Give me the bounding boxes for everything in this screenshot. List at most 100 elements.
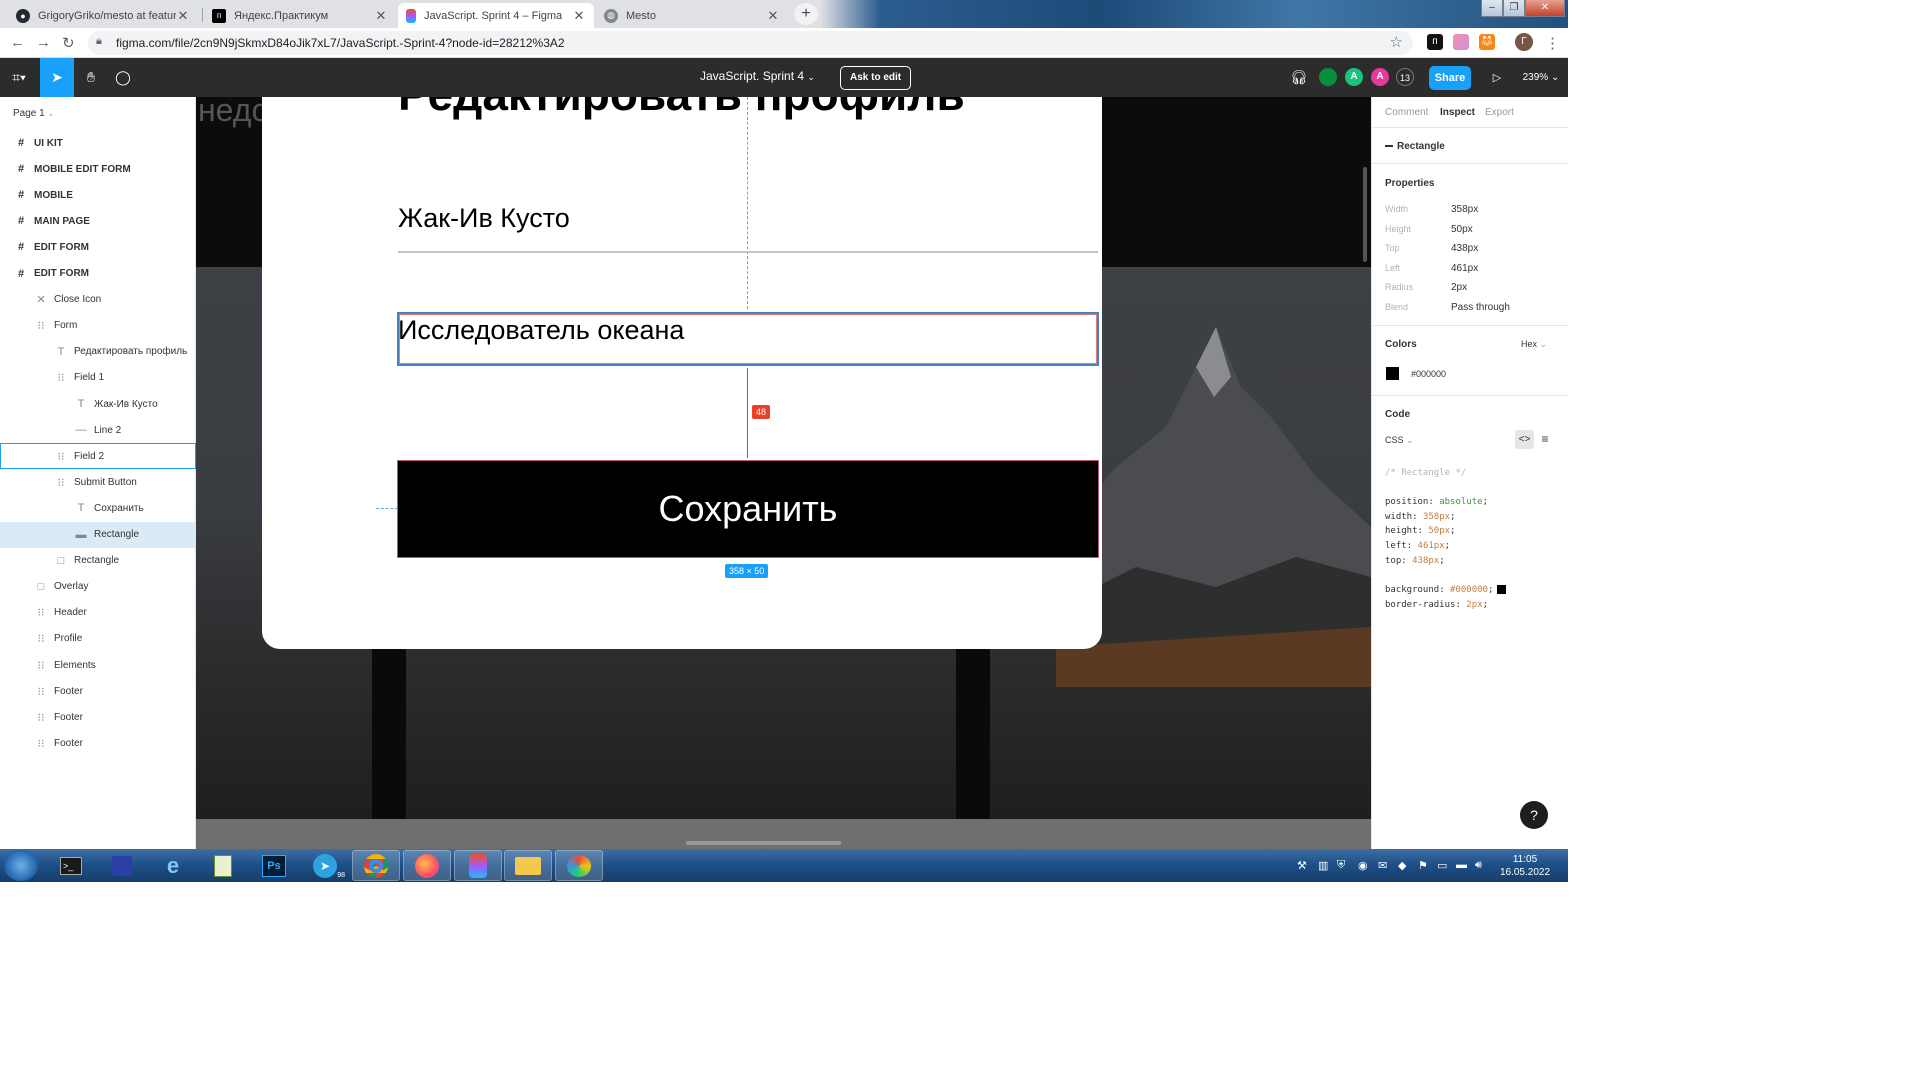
notepad-icon[interactable] (199, 850, 247, 881)
tray-network-icon[interactable]: ▥ (1318, 859, 1328, 872)
collaborator-count[interactable]: 13 (1396, 68, 1414, 86)
layer-row[interactable]: T Жак-Ив Кусто (0, 391, 196, 417)
share-button[interactable]: Share (1429, 66, 1471, 90)
code-line[interactable]: width: 358px; (1385, 512, 1455, 522)
firefox-icon[interactable] (403, 850, 451, 881)
tab-export[interactable]: Export (1485, 107, 1514, 118)
code-line[interactable]: height: 50px; (1385, 526, 1455, 536)
list-view-icon[interactable]: ≡ (1538, 430, 1552, 449)
maximize-button[interactable]: ❐ (1503, 0, 1525, 17)
property-value[interactable]: Pass through (1451, 302, 1510, 313)
document-title[interactable]: JavaScript. Sprint 4 ⌄ (700, 69, 815, 83)
layer-row[interactable]: ⁝⁝ Field 1 (0, 365, 196, 391)
close-tab-icon[interactable]: ✕ (176, 8, 190, 24)
layer-row[interactable]: ⁝⁝ Footer (0, 730, 196, 756)
tab-figma[interactable]: JavaScript. Sprint 4 – Figma ✕ (398, 3, 594, 28)
property-value[interactable]: 438px (1451, 243, 1478, 254)
comment-tool-icon[interactable]: ◯ (106, 58, 140, 97)
tray-shield-icon[interactable]: ⛨ (1337, 859, 1345, 872)
property-value[interactable]: 358px (1451, 204, 1478, 215)
tray-volume-icon[interactable]: 🔊︎ (1475, 859, 1482, 872)
layer-row[interactable]: # MAIN PAGE (0, 208, 196, 234)
headphones-icon[interactable]: 🎧︎ (1288, 58, 1310, 97)
layer-row[interactable]: ⁝⁝ Profile (0, 626, 196, 652)
layer-row[interactable]: T Редактировать профиль (0, 339, 196, 365)
code-line[interactable]: background: #000000; (1385, 585, 1507, 595)
layer-row[interactable]: □ Rectangle (0, 548, 196, 574)
tray-flag-icon[interactable]: ⚑ (1418, 859, 1428, 872)
layer-row[interactable]: — Line 2 (0, 417, 196, 443)
field-2-text[interactable]: Исследователь океана (398, 315, 684, 346)
tray-battery-icon[interactable]: ▬ (1456, 859, 1467, 871)
new-tab-button[interactable]: + (794, 3, 818, 25)
save-icon[interactable] (98, 850, 146, 881)
property-value[interactable]: 2px (1451, 282, 1467, 293)
tab-comment[interactable]: Comment (1385, 107, 1428, 118)
layer-row[interactable]: # MOBILE EDIT FORM (0, 156, 196, 182)
layer-row[interactable]: ⁝⁝ Field 2 (0, 443, 196, 470)
edit-form-modal[interactable]: Редактировать профиль Жак-Ив Кусто Иссле… (262, 97, 1102, 649)
ask-to-edit-button[interactable]: Ask to edit (840, 66, 912, 90)
layer-row[interactable]: ⁝⁝ Elements (0, 652, 196, 678)
back-icon[interactable]: ← (10, 34, 25, 51)
tab-inspect[interactable]: Inspect (1440, 107, 1475, 118)
figma-menu-icon[interactable]: ⌗▾ (0, 58, 38, 97)
layer-row[interactable]: ✕ Close Icon (0, 287, 196, 313)
tray-tools-icon[interactable]: ⚒︎ (1297, 859, 1307, 872)
browser-menu-icon[interactable]: ⋮ (1545, 34, 1560, 52)
layer-row[interactable]: ⁝⁝ Form (0, 313, 196, 339)
collaborator-avatar[interactable]: A (1371, 68, 1389, 86)
minimize-button[interactable]: – (1481, 0, 1503, 17)
form-title[interactable]: Редактировать профиль (398, 97, 965, 121)
url-field[interactable]: 🔒︎ figma.com/file/2cn9N9jSkmxD84oJik7xL7… (88, 31, 1413, 55)
close-tab-icon[interactable]: ✕ (374, 8, 388, 24)
present-play-icon[interactable]: ▷ (1487, 58, 1507, 97)
submit-button-rectangle[interactable]: Сохранить (397, 460, 1099, 558)
help-button[interactable]: ? (1520, 801, 1548, 829)
url-text[interactable]: figma.com/file/2cn9N9jSkmxD84oJik7xL7/Ja… (116, 36, 565, 50)
lock-icon[interactable]: 🔒︎ (96, 35, 102, 48)
close-window-button[interactable]: ✕ (1525, 0, 1565, 17)
tray-mail-icon[interactable]: ✉︎ (1378, 859, 1387, 872)
collaborator-avatar[interactable]: A (1345, 68, 1363, 86)
field-1-text[interactable]: Жак-Ив Кусто (398, 203, 570, 234)
tray-display-icon[interactable]: ▭ (1437, 859, 1447, 872)
ie-icon[interactable]: e (149, 850, 197, 881)
code-comment[interactable]: /* Rectangle */ (1385, 468, 1466, 478)
layer-row[interactable]: # UI KIT (0, 130, 196, 156)
layer-row[interactable]: ⁝⁝ Header (0, 600, 196, 626)
field-1-underline[interactable] (398, 251, 1098, 253)
bookmark-star-icon[interactable]: ☆ (1390, 33, 1403, 51)
tab-yandex-praktikum[interactable]: п Яндекс.Практикум ✕ (204, 3, 396, 28)
clock[interactable]: 11:05 16.05.2022 (1497, 853, 1553, 879)
property-value[interactable]: 50px (1451, 224, 1473, 235)
profile-avatar[interactable]: Г (1515, 33, 1533, 51)
vertical-scrollbar[interactable] (1363, 167, 1367, 262)
layer-row[interactable]: # EDIT FORM (0, 234, 196, 260)
page-selector[interactable]: Page 1 ⌄ (13, 108, 54, 119)
telegram-icon[interactable]: ➤ 98 (301, 850, 349, 881)
paint-icon[interactable] (555, 850, 603, 881)
hand-tool-icon[interactable]: ✋︎ (74, 58, 108, 97)
code-language-dropdown[interactable]: CSS ⌄ (1385, 435, 1414, 446)
property-value[interactable]: 461px (1451, 263, 1478, 274)
horizontal-scrollbar[interactable] (686, 841, 841, 845)
color-format-dropdown[interactable]: Hex ⌄ (1521, 339, 1547, 350)
code-line[interactable]: border-radius: 2px; (1385, 600, 1488, 610)
forward-icon[interactable]: → (36, 34, 51, 51)
layer-row[interactable]: ▬ Rectangle (0, 521, 196, 548)
extension-icon[interactable] (1453, 34, 1469, 50)
layer-row[interactable]: □ Overlay (0, 574, 196, 600)
code-view-icon[interactable]: <> (1515, 430, 1534, 449)
close-tab-icon[interactable]: ✕ (766, 8, 780, 24)
zoom-dropdown[interactable]: 239% ⌄ (1519, 58, 1563, 97)
layer-row[interactable]: # MOBILE (0, 182, 196, 208)
photoshop-icon[interactable]: Ps (250, 850, 298, 881)
layer-row[interactable]: # EDIT FORM (0, 261, 196, 287)
explorer-icon[interactable] (504, 850, 552, 881)
design-canvas[interactable]: недо Редактировать профиль Жак-Ив Кусто … (196, 97, 1371, 849)
code-line[interactable]: top: 438px; (1385, 556, 1445, 566)
code-line[interactable]: left: 461px; (1385, 541, 1450, 551)
code-line[interactable]: position: absolute; (1385, 497, 1488, 507)
layer-row[interactable]: T Сохранить (0, 495, 196, 521)
